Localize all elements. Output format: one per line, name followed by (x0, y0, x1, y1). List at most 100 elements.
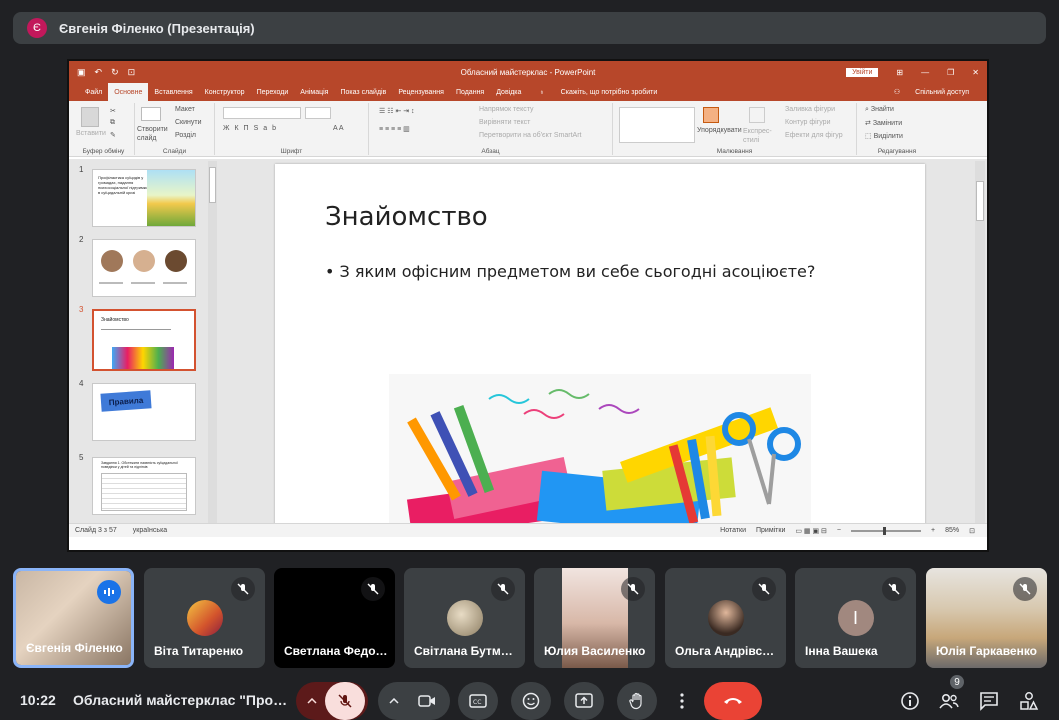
lightbulb-icon: ♁ (539, 88, 545, 96)
slide-scrollbar[interactable] (975, 161, 985, 533)
scroll-thumb[interactable] (209, 167, 216, 203)
quick-styles-button[interactable]: Експрес-стилі (743, 127, 773, 145)
participant-tile[interactable]: Ольга Андрівська (665, 568, 786, 668)
slideshow-start-icon[interactable]: ⊡ (128, 67, 136, 78)
thumbnail-slide-2[interactable] (92, 239, 196, 297)
font-size-buttons[interactable]: A A (333, 125, 344, 132)
end-call-button[interactable] (704, 682, 762, 720)
close-icon[interactable]: ✕ (972, 68, 979, 77)
text-direction-button[interactable]: Напрямок тексту (479, 106, 534, 113)
redo-icon[interactable]: ↻ (111, 67, 119, 78)
camera-options-chevron-icon[interactable] (381, 698, 407, 704)
thumbnail-slide-4[interactable]: Правила (92, 383, 196, 441)
sections-button[interactable]: Розділ (175, 132, 196, 139)
participant-tile[interactable]: Юлия Василенко (534, 568, 655, 668)
table-image (101, 473, 187, 511)
notes-button[interactable]: Нотатки (720, 527, 746, 534)
participant-tile[interactable]: Віта Титаренко (144, 568, 265, 668)
emoji-icon (522, 692, 540, 710)
thumbnail-scrollbar[interactable] (208, 161, 217, 533)
tab-help[interactable]: Довідка (490, 83, 527, 101)
paste-icon[interactable] (81, 107, 99, 127)
tab-insert[interactable]: Вставлення (148, 83, 198, 101)
undo-icon[interactable]: ↶ (95, 67, 103, 78)
arrange-icon[interactable] (703, 107, 719, 123)
arrange-button[interactable]: Упорядкувати (697, 127, 742, 134)
maximize-icon[interactable]: ❐ (947, 68, 954, 77)
tab-design[interactable]: Конструктор (199, 83, 251, 101)
camera-toggle-button[interactable] (407, 694, 447, 708)
tab-transitions[interactable]: Переходи (251, 83, 295, 101)
group-label: Малювання (716, 148, 753, 155)
ribbon-display-icon[interactable]: ⊞ (896, 68, 903, 77)
align-text-button[interactable]: Вирівняти текст (479, 119, 530, 126)
tab-home[interactable]: Основне (108, 83, 149, 101)
new-slide-button[interactable]: Створити слайд (137, 125, 171, 143)
tab-animations[interactable]: Анімація (294, 83, 334, 101)
zoom-out-icon[interactable]: − (837, 527, 841, 534)
tab-slideshow[interactable]: Показ слайдів (334, 83, 392, 101)
tab-view[interactable]: Подання (450, 83, 490, 101)
new-slide-icon[interactable] (141, 107, 161, 121)
login-button[interactable]: Увійти (846, 67, 879, 77)
comments-button[interactable]: Примітки (756, 527, 785, 534)
shapes-gallery[interactable] (619, 107, 695, 143)
people-button[interactable] (936, 688, 962, 714)
replace-button[interactable]: ⇄ Замінити (865, 119, 902, 127)
format-painter-icon[interactable]: ✎ (110, 131, 116, 139)
reset-button[interactable]: Скинути (175, 119, 202, 126)
paste-button[interactable]: Вставити (76, 130, 106, 137)
participant-tile[interactable]: І Інна Вашека (795, 568, 916, 668)
activities-button[interactable] (1016, 688, 1042, 714)
current-slide[interactable]: Знайомство • З яким офісним предметом ви… (275, 164, 925, 529)
thumbnail-slide-3[interactable]: Знайомство (92, 309, 196, 371)
present-button[interactable] (564, 682, 604, 720)
zoom-in-icon[interactable]: + (931, 527, 935, 534)
mic-options-chevron-icon[interactable] (299, 682, 325, 720)
view-buttons[interactable]: ▭ ▦ ▣ ⊟ (795, 527, 827, 535)
share-button[interactable]: ⚇ Спільний доступ (882, 83, 987, 101)
zoom-slider-handle[interactable] (883, 526, 887, 535)
chat-button[interactable] (976, 688, 1002, 714)
thumbnail-slide-5[interactable]: Завдання 1. Обстежити наявність суїцидал… (92, 457, 196, 515)
shape-fill-button[interactable]: Заливка фігури (785, 106, 835, 113)
captions-button[interactable]: CC (458, 682, 498, 720)
zoom-level[interactable]: 85% (945, 527, 959, 534)
select-button[interactable]: ⬚ Виділити (865, 132, 903, 140)
minimize-icon[interactable]: — (921, 68, 929, 77)
save-icon[interactable]: ▣ (77, 67, 86, 78)
quick-styles-icon[interactable] (749, 107, 765, 123)
participant-tile[interactable]: Юлія Гаркавенко (926, 568, 1047, 668)
tab-file[interactable]: Файл (79, 83, 108, 101)
copy-icon[interactable]: ⧉ (110, 119, 115, 127)
font-size-input[interactable] (305, 107, 331, 119)
layout-button[interactable]: Макет (175, 106, 195, 113)
participant-tile[interactable]: Светлана Федоренко (274, 568, 395, 668)
list-buttons[interactable]: ☰ ☷ ⇤ ⇥ ↕ (379, 107, 415, 115)
cut-icon[interactable]: ✂ (110, 107, 116, 115)
smartart-button[interactable]: Перетворити на об'єкт SmartArt (479, 132, 582, 139)
mic-toggle-button[interactable] (325, 682, 365, 720)
raise-hand-button[interactable] (617, 682, 657, 720)
language-indicator[interactable]: українська (133, 527, 167, 534)
font-name-input[interactable] (223, 107, 301, 119)
tab-review[interactable]: Рецензування (392, 83, 450, 101)
reactions-button[interactable] (511, 682, 551, 720)
shape-outline-button[interactable]: Контур фігури (785, 119, 830, 126)
meeting-info-button[interactable] (897, 688, 923, 714)
align-buttons[interactable]: ≡ ≡ ≡ ≡ ▥ (379, 125, 410, 133)
zoom-slider[interactable] (851, 526, 922, 535)
participant-tile[interactable]: Євгенія Філенко (13, 568, 134, 668)
shape-effects-button[interactable]: Ефекти для фігур (785, 132, 843, 139)
font-format-buttons[interactable]: ЖКПSab (223, 125, 281, 132)
find-button[interactable]: ⌕ Знайти (865, 106, 894, 114)
ribbon: Вставити ✂ ⧉ ✎ Буфер обміну Створити сла… (69, 101, 987, 157)
scroll-thumb[interactable] (976, 181, 984, 221)
participant-tile[interactable]: Світлана Бутмерчук (404, 568, 525, 668)
more-options-button[interactable] (670, 682, 694, 720)
mic-off-icon (752, 577, 776, 601)
ppt-titlebar: ▣ ↶ ↻ ⊡ Обласний майстерклас - PowerPoin… (69, 61, 987, 83)
thumbnail-slide-1[interactable]: Профілактика суїцидів у громадах, наданн… (92, 169, 196, 227)
tell-me-search[interactable]: ♁ Скажіть, що потрібно зробити (527, 83, 669, 101)
fit-slide-icon[interactable]: ⊡ (969, 527, 975, 535)
